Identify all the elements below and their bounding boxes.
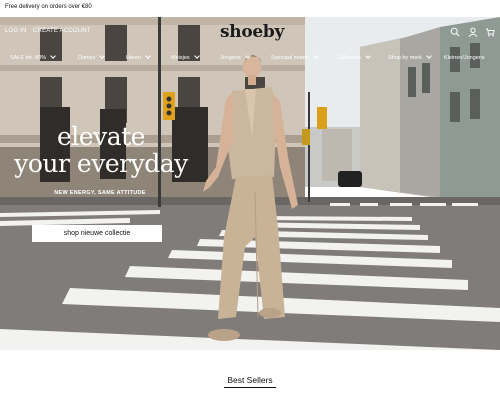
menu-item-meisjes[interactable]: Meisjes <box>171 53 200 61</box>
menu-item-jongens[interactable]: Jongens <box>220 53 251 61</box>
hero-banner[interactable]: LOG IN CREATE ACCOUNT shoeby SALE tot -8… <box>0 17 500 350</box>
announcement-bar: Free delivery on orders over €80 <box>0 0 500 17</box>
menu-item-speciaal-maten[interactable]: Speciaal maten <box>271 53 319 61</box>
cart-icon[interactable] <box>485 27 495 37</box>
menu-item-collecties[interactable]: Collecties <box>337 53 371 61</box>
hero-headline: elevate your everyday <box>6 123 196 177</box>
menu-item-dames[interactable]: Dames <box>78 53 106 61</box>
menu-item-sale[interactable]: SALE tot -80% <box>10 53 56 61</box>
hero-headline-line2: your everyday <box>14 149 188 178</box>
site-logo[interactable]: shoeby <box>220 22 284 42</box>
menu-item-heren[interactable]: Heren <box>126 53 151 61</box>
best-sellers-heading: Best Sellers <box>227 375 273 385</box>
chevron-down-icon <box>50 53 56 59</box>
hero-image <box>0 17 500 350</box>
chevron-down-icon <box>193 53 200 59</box>
chevron-down-icon <box>244 53 251 59</box>
hero-tagline: NEW ENERGY, SAME ATTITUDE <box>54 190 146 196</box>
best-sellers-underline <box>224 387 276 388</box>
chevron-down-icon <box>145 53 151 59</box>
chevron-down-icon <box>99 53 106 59</box>
hero-headline-line1: elevate <box>57 122 145 151</box>
menu-item-shop-by-merk[interactable]: Shop by merk <box>388 53 432 61</box>
menu-item-kleinen-jongens[interactable]: Kleinen/Jongens <box>444 55 485 61</box>
chevron-down-icon <box>426 53 432 59</box>
chevron-down-icon <box>365 53 371 59</box>
create-account-link[interactable]: CREATE ACCOUNT <box>33 28 91 34</box>
category-menu: SALE tot -80% Dames Heren Meisjes Jongen… <box>0 53 500 65</box>
announcement-text: Free delivery on orders over €80 <box>5 4 92 10</box>
account-icon[interactable] <box>468 27 478 37</box>
chevron-down-icon <box>313 53 319 59</box>
search-icon[interactable] <box>450 27 460 37</box>
login-link[interactable]: LOG IN <box>5 28 27 34</box>
shop-new-collection-button[interactable]: shop nieuwe collectie <box>32 225 162 242</box>
